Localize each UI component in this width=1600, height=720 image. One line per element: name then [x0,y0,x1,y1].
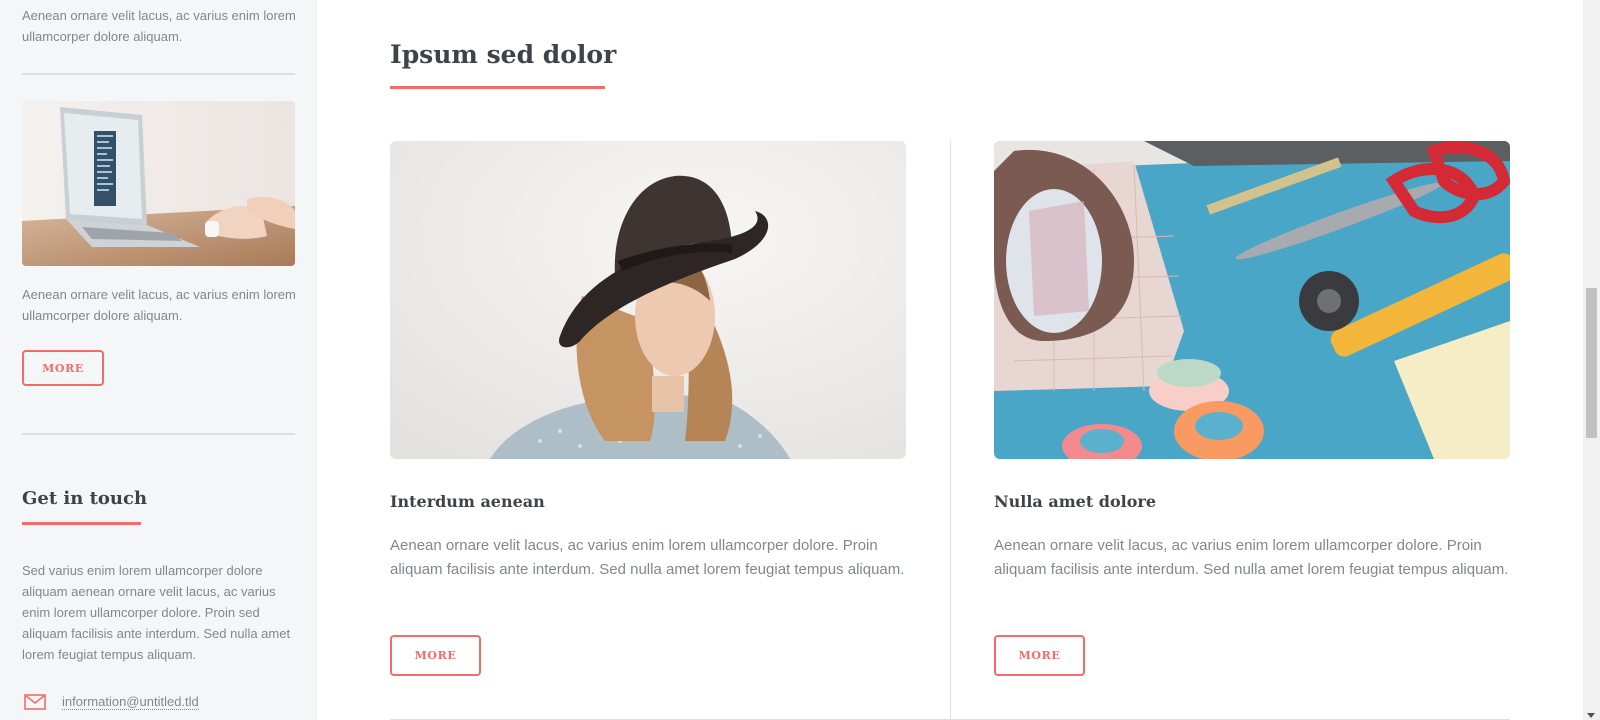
sidebar-divider [22,73,295,75]
section-title: Ipsum sed dolor [390,40,617,69]
post-text: Aenean ornare velit lacus, ac varius eni… [994,537,1509,578]
vertical-scrollbar[interactable] [1583,0,1600,720]
laptop-photo[interactable] [22,101,295,266]
contact-heading-underline [22,522,141,525]
contact-email: information@untitled.tld [24,694,199,710]
sidebar-divider-2 [22,433,295,435]
contact-heading: Get in touch [22,488,148,509]
woman-in-hat-photo[interactable] [390,141,906,459]
craft-tools-graphic [994,141,1510,459]
craft-tools-photo[interactable] [994,141,1510,459]
scroll-down-arrow-icon[interactable] [1587,713,1595,718]
mini-post-text: Aenean ornare velit lacus, ac varius eni… [22,287,296,323]
envelope-icon [24,694,46,710]
sidebar-intro-text: Aenean ornare velit lacus, ac varius eni… [22,8,296,44]
contact-text: Sed varius enim lorem ullamcorper dolore… [22,563,291,662]
post-more-button[interactable]: MORE [390,635,481,676]
post-more-button[interactable]: MORE [994,635,1085,676]
sidebar-more-button[interactable]: MORE [22,350,104,386]
scrollbar-thumb[interactable] [1586,288,1597,438]
laptop-photo-graphic [22,101,295,266]
sidebar: Aenean ornare velit lacus, ac varius eni… [0,0,317,720]
woman-in-hat-graphic [390,141,906,459]
column-divider [950,141,951,720]
post-title[interactable]: Interdum aenean [390,492,545,511]
post-text: Aenean ornare velit lacus, ac varius eni… [390,537,905,578]
post-title[interactable]: Nulla amet dolore [994,492,1156,511]
section-title-underline [390,86,605,89]
email-link[interactable]: information@untitled.tld [62,694,199,710]
